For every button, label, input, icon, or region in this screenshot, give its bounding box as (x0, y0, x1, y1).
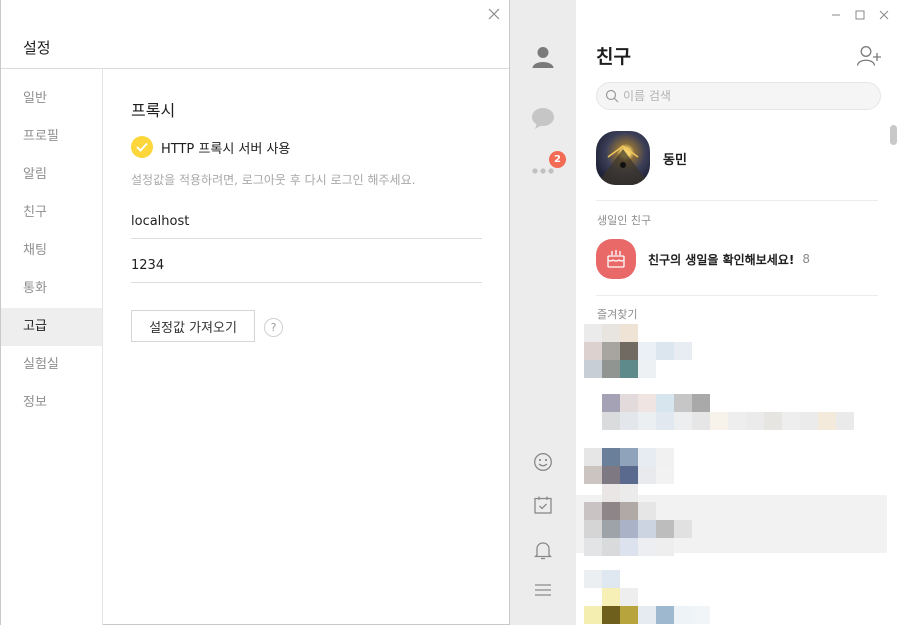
search-icon (605, 89, 619, 103)
nav-item-friends[interactable]: 친구 (1, 194, 102, 232)
friends-panel: 친구 동민 생일인 친구 친구의 생일을 확인해보세요! 8 즐겨찾기 (576, 0, 901, 625)
friends-title: 친구 (596, 46, 631, 68)
nav-item-general[interactable]: 일반 (1, 80, 102, 118)
birthday-row[interactable]: 친구의 생일을 확인해보세요! 8 (596, 239, 810, 279)
proxy-section-title: 프록시 (131, 101, 176, 120)
nav-item-advanced[interactable]: 고급 (1, 308, 102, 346)
nav-item-call[interactable]: 통화 (1, 270, 102, 308)
nav-item-notifications[interactable]: 알림 (1, 156, 102, 194)
close-icon[interactable] (487, 6, 501, 20)
minimize-icon[interactable] (829, 8, 843, 22)
my-name: 동민 (663, 152, 687, 168)
nav-item-profile[interactable]: 프로필 (1, 118, 102, 156)
help-icon[interactable]: ? (264, 318, 283, 337)
close-window-icon[interactable] (877, 8, 891, 22)
window-controls (829, 8, 891, 22)
menu-icon[interactable] (530, 577, 556, 603)
birthday-count: 8 (802, 252, 810, 266)
blurred-friend-list (576, 320, 901, 625)
proxy-hint: 설정값을 적용하려면, 로그아웃 후 다시 로그인 해주세요. (131, 173, 416, 187)
main-sidebar (510, 0, 576, 625)
my-profile-row[interactable]: 동민 (596, 131, 687, 185)
proxy-port-input[interactable] (131, 249, 482, 283)
proxy-host-input[interactable] (131, 205, 482, 239)
search-input[interactable] (623, 89, 863, 103)
proxy-checkbox-label: HTTP 프록시 서버 사용 (161, 141, 291, 157)
import-settings-button[interactable]: 설정값 가져오기 (131, 310, 255, 342)
nav-item-info[interactable]: 정보 (1, 384, 102, 422)
cake-icon (596, 239, 636, 279)
emoji-icon[interactable] (530, 449, 556, 475)
settings-nav: 일반 프로필 알림 친구 채팅 통화 고급 실험실 정보 (1, 69, 103, 625)
divider (596, 295, 878, 296)
calendar-icon[interactable] (530, 492, 556, 518)
add-friend-icon[interactable] (856, 45, 882, 71)
proxy-checkbox-row[interactable]: HTTP 프록시 서버 사용 (131, 136, 290, 158)
divider (596, 200, 878, 201)
bell-icon[interactable] (530, 537, 556, 563)
settings-dialog: 설정 일반 프로필 알림 친구 채팅 통화 고급 실험실 정보 프록시 HTTP… (0, 0, 510, 625)
scrollbar-thumb[interactable] (890, 125, 897, 145)
dialog-title: 설정 (23, 39, 51, 57)
nav-item-chat[interactable]: 채팅 (1, 232, 102, 270)
notification-badge: 2 (549, 151, 566, 168)
checkbox-checked-icon[interactable] (131, 136, 153, 158)
maximize-icon[interactable] (853, 8, 867, 22)
avatar[interactable] (596, 131, 650, 185)
person-icon[interactable] (530, 44, 556, 70)
friend-search[interactable] (596, 82, 881, 110)
birthday-section-label: 생일인 친구 (597, 214, 652, 227)
birthday-text: 친구의 생일을 확인해보세요! (648, 252, 795, 267)
chat-bubble-icon[interactable] (530, 105, 556, 131)
nav-item-labs[interactable]: 실험실 (1, 346, 102, 384)
